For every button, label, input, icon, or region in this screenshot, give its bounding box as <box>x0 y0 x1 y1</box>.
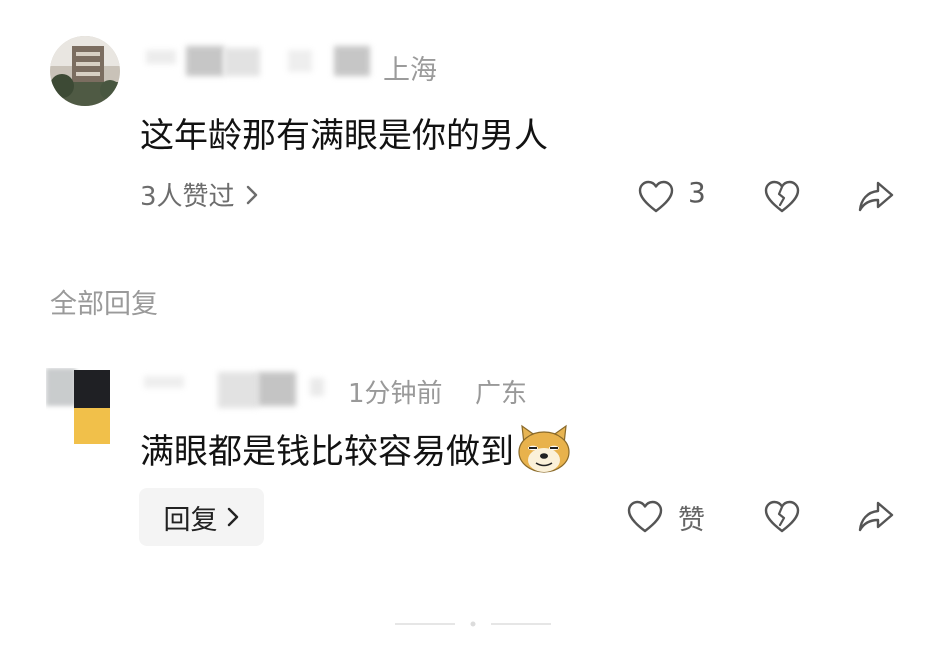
likers-label: 3人赞过 <box>140 182 235 212</box>
reply-text[interactable]: 满眼都是钱比较容易做到 <box>140 422 572 474</box>
replier-name-redacted[interactable] <box>140 368 340 414</box>
share-icon[interactable] <box>858 180 894 214</box>
like-label: 赞 <box>678 505 705 536</box>
commenter-avatar[interactable] <box>50 36 120 106</box>
reply-text-content: 满眼都是钱比较容易做到 <box>140 431 514 472</box>
reply-button-label: 回复 <box>163 504 218 536</box>
chevron-right-icon <box>227 507 238 527</box>
share-icon[interactable] <box>858 500 894 534</box>
replier-location: 广东 <box>475 379 528 409</box>
all-replies-heading: 全部回复 <box>50 289 158 320</box>
page-indicator <box>395 621 551 627</box>
commenter-location: 上海 <box>383 55 437 86</box>
broken-heart-icon[interactable] <box>764 500 800 534</box>
reply-button[interactable]: 回复 <box>139 488 264 546</box>
replier-avatar[interactable] <box>46 368 112 444</box>
chevron-right-icon <box>246 185 257 204</box>
doge-emoji-icon <box>518 424 570 473</box>
reply-timestamp: 1分钟前 <box>348 379 443 409</box>
broken-heart-icon[interactable] <box>764 180 800 214</box>
likers-link[interactable]: 3人赞过 <box>140 176 259 213</box>
comment-text[interactable]: 这年龄那有满眼是你的男人 <box>140 108 548 157</box>
heart-icon[interactable] <box>638 180 674 214</box>
like-count: 3 <box>688 176 706 209</box>
heart-icon[interactable] <box>627 500 663 534</box>
